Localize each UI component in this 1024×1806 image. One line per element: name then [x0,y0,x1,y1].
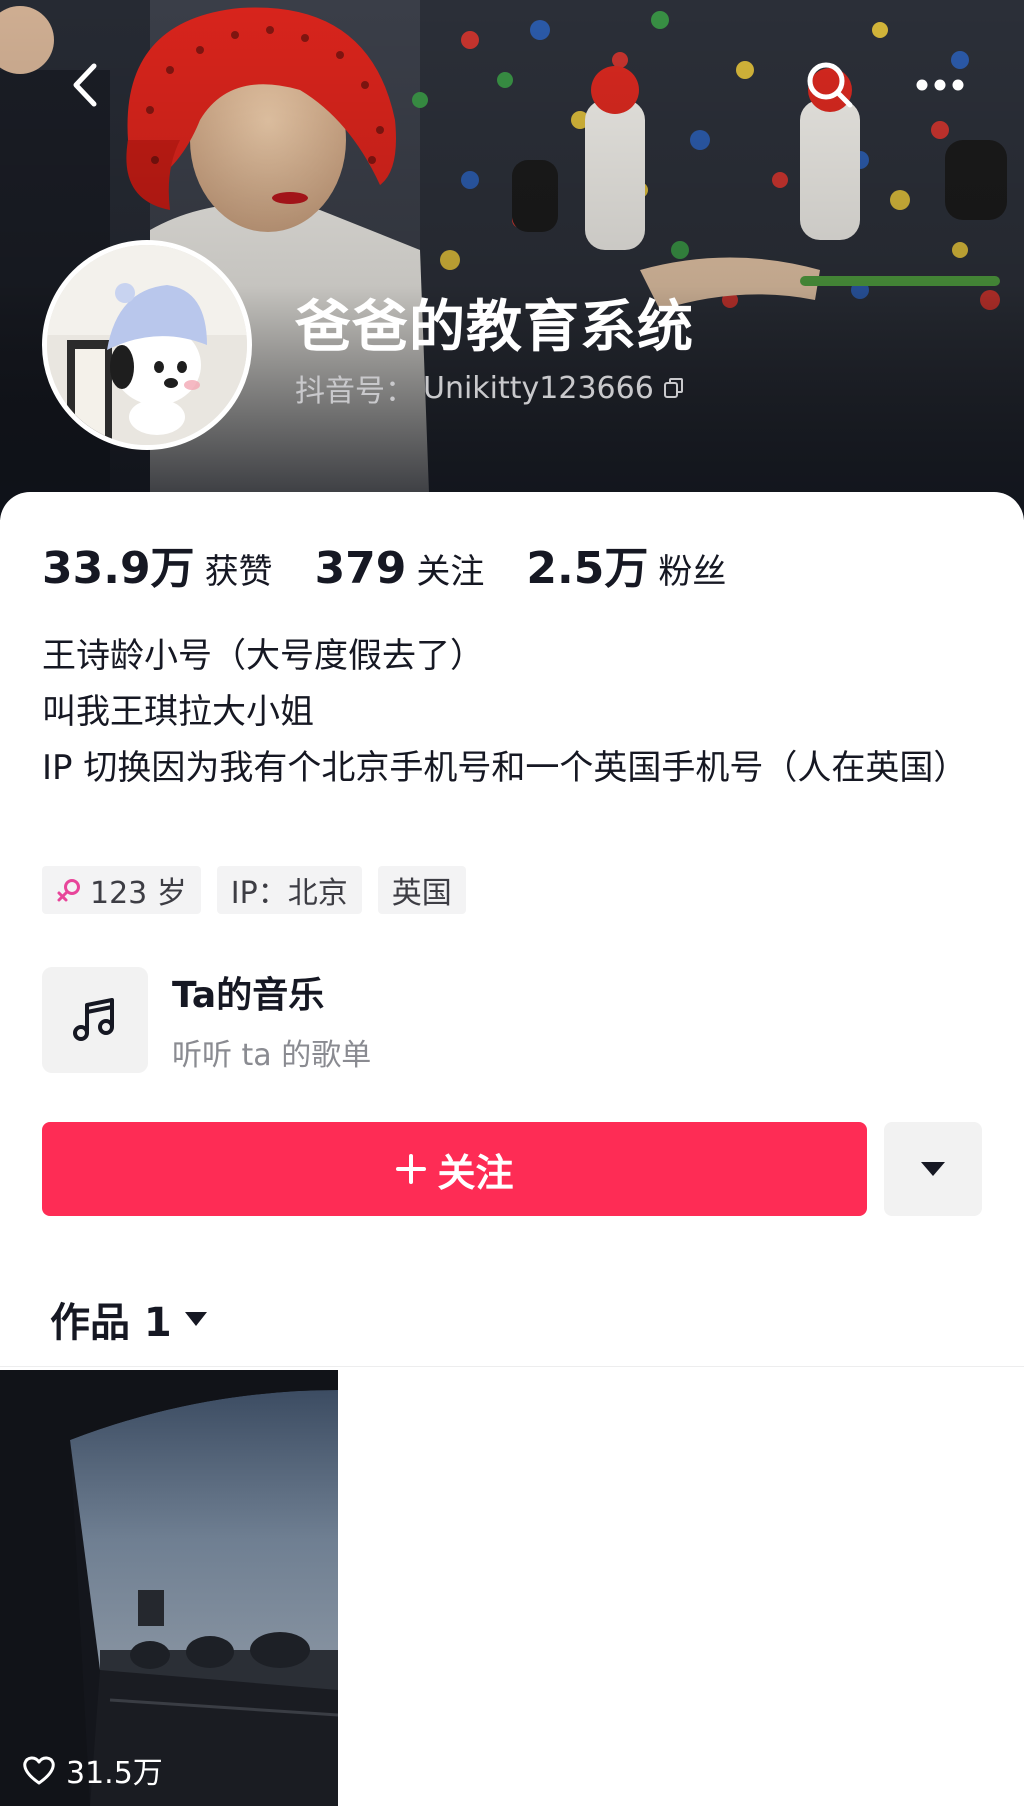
follow-button[interactable]: 关注 [42,1122,867,1216]
music-icon-box [42,967,148,1073]
divider [0,1366,1024,1367]
heart-icon [23,1756,55,1785]
music-note-icon [73,998,114,1041]
follow-label: 关注 [437,1150,514,1195]
location-text: 英国 [391,876,452,911]
stats-row: 33.9万 获赞 379 关注 2.5万 粉丝 [42,532,768,596]
plus-icon [396,1154,427,1184]
age-tag: 123 岁 [42,866,201,914]
tab-works[interactable]: 作品 1 [50,1290,208,1348]
music-subtitle: 听听 ta 的歌单 [172,1038,372,1073]
more-actions-button[interactable] [884,1122,982,1216]
female-icon [57,879,80,902]
douyin-id-label: 抖音号： [295,374,415,409]
back-button[interactable] [50,50,120,120]
stat-likes[interactable]: 33.9万 获赞 [42,532,273,596]
works-label: 作品 1 [50,1300,172,1346]
stat-value: 379 [314,543,407,594]
more-button[interactable] [905,50,975,120]
music-title: Ta的音乐 [172,975,325,1016]
bio: 王诗龄小号（大号度假去了） 叫我王琪拉大小姐 IP 切换因为我有个北京手机号和一… [42,628,992,796]
video-cover-image [0,1370,338,1806]
search-button[interactable] [795,50,865,120]
stat-label: 粉丝 [658,552,727,592]
age-text: 123 岁 [90,876,187,911]
music-entry[interactable]: Ta的音乐 听听 ta 的歌单 [42,966,371,1074]
bio-line: 叫我王琪拉大小姐 [42,692,314,732]
profile-sheet: 33.9万 获赞 379 关注 2.5万 粉丝 王诗龄小号（大号度假去了） 叫我… [0,492,1024,1806]
bio-line: 王诗龄小号（大号度假去了） [42,636,484,676]
ip-tag: IP：北京 [216,866,362,914]
video-thumbnail[interactable]: 31.5万 [0,1370,338,1806]
stat-value: 33.9万 [42,543,195,594]
bio-line: IP 切换因为我有个北京手机号和一个英国手机号（人在英国） [42,748,968,788]
stat-followers[interactable]: 2.5万 粉丝 [526,532,726,596]
tag-row: 123 岁 IP：北京 英国 [42,866,466,914]
search-icon [807,62,853,108]
more-dots-icon [916,79,964,91]
douyin-id-row[interactable]: 抖音号： Unikitty123666 [295,366,686,410]
location-tag: 英国 [377,866,466,914]
stat-label: 关注 [416,552,485,592]
douyin-id: Unikitty123666 [423,370,654,406]
back-arrow-icon [73,63,97,107]
stat-following[interactable]: 379 关注 [315,543,485,594]
caret-down-icon [184,1312,207,1326]
video-likes: 31.5万 [22,1748,163,1792]
copy-icon[interactable] [662,376,686,400]
display-name: 爸爸的教育系统 [295,295,694,360]
avatar-image [47,245,247,445]
stat-label: 获赞 [204,552,273,592]
ip-text: IP：北京 [230,876,348,911]
avatar[interactable] [42,240,252,450]
likes-count: 31.5万 [66,1756,163,1791]
caret-down-icon [921,1162,945,1176]
stat-value: 2.5万 [526,543,649,594]
profile-cover: 爸爸的教育系统 抖音号： Unikitty123666 [0,0,1024,520]
